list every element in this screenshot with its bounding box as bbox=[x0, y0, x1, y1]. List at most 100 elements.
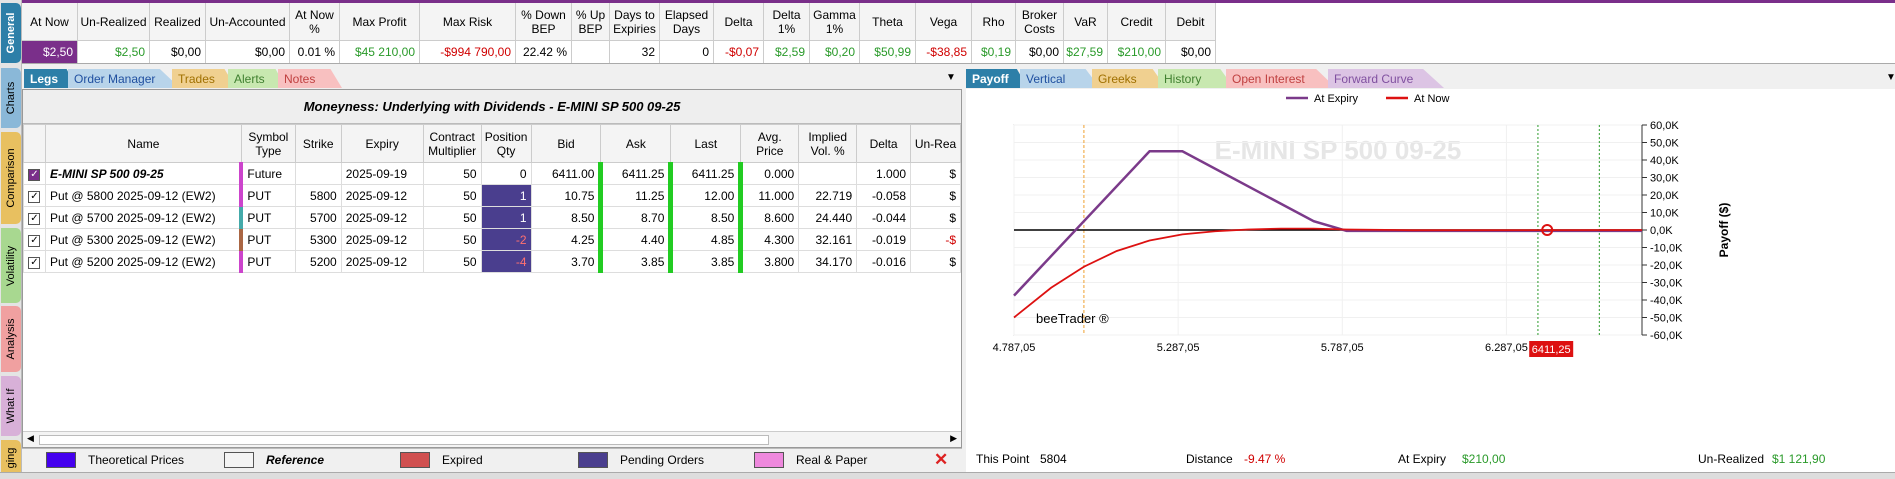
summary-col-17: Broker Costs $0,00 bbox=[1016, 3, 1064, 63]
legend-label[interactable]: At Expiry bbox=[1314, 93, 1359, 105]
legend-label[interactable]: At Now bbox=[1414, 93, 1450, 105]
cell-bid: 10.75 bbox=[530, 184, 604, 207]
summary-value: 22.42 % bbox=[522, 45, 567, 59]
cell-strike: 5800 bbox=[294, 184, 342, 207]
close-icon[interactable]: ✕ bbox=[934, 450, 948, 470]
cell-last: 12.00 bbox=[670, 184, 744, 207]
summary-header: Theta bbox=[860, 3, 915, 41]
vertical-tab-strip: General Charts Comparison Volatility Ana… bbox=[0, 0, 22, 479]
horizontal-scrollbar[interactable]: ◀ ▶ bbox=[23, 431, 961, 447]
table-row[interactable]: ✓ Put @ 5300 2025-09-12 (EW2) PUT 5300 2025-… bbox=[23, 228, 961, 251]
col-header-position-qty[interactable]: Position Qty bbox=[480, 124, 532, 163]
col-header-strike[interactable]: Strike bbox=[294, 124, 342, 163]
cell-qty[interactable]: -4 bbox=[480, 250, 532, 273]
table-row[interactable]: ✓ E-MINI SP 500 09-25 Future 2025-09-19 50 0 6… bbox=[23, 162, 961, 185]
payoff-info-bar: This Point 5804 Distance -9.47 % At Expi… bbox=[966, 448, 1895, 472]
summary-value: $0,00 bbox=[170, 45, 201, 59]
cell-qty[interactable]: 1 bbox=[480, 206, 532, 229]
table-row[interactable]: ✓ Put @ 5200 2025-09-12 (EW2) PUT 5200 2025-… bbox=[23, 250, 961, 273]
cell-avg: 0.000 bbox=[740, 162, 800, 185]
table-row[interactable]: ✓ Put @ 5700 2025-09-12 (EW2) PUT 5700 2025-… bbox=[23, 206, 961, 229]
cell-qty[interactable]: 1 bbox=[480, 184, 532, 207]
pending-swatch bbox=[578, 452, 608, 468]
col-header-name[interactable]: Name bbox=[44, 124, 242, 163]
summary-value: $27,59 bbox=[1066, 45, 1103, 59]
left-tab-bar: Legs Order Manager Trades Alerts Notes bbox=[24, 68, 342, 88]
row-checkbox[interactable]: ✓ bbox=[23, 206, 46, 229]
checkbox-icon: ✓ bbox=[28, 257, 41, 269]
tab-notes[interactable]: Notes bbox=[278, 69, 342, 88]
tab-order-manager[interactable]: Order Manager bbox=[68, 69, 180, 88]
summary-header: Days to Expiries bbox=[610, 3, 659, 41]
col-header-avg-price[interactable]: Avg. Price bbox=[740, 124, 800, 163]
summary-header: Max Profit bbox=[340, 3, 419, 41]
legs-table: Name Symbol Type Strike Expiry Contract … bbox=[23, 124, 961, 273]
right-tabs-dropdown-icon[interactable]: ▼ bbox=[1886, 72, 1895, 83]
col-header-unrealized[interactable]: Un-Rea bbox=[910, 124, 961, 163]
row-checkbox[interactable]: ✓ bbox=[23, 162, 46, 185]
summary-col-5: Max Profit $45 210,00 bbox=[340, 3, 420, 63]
scroll-right-icon[interactable]: ▶ bbox=[950, 433, 957, 444]
vtab-general[interactable]: General bbox=[1, 3, 21, 63]
summary-value: $0,00 bbox=[1028, 45, 1059, 59]
summary-value: 32 bbox=[641, 45, 655, 59]
checkbox-icon: ✓ bbox=[28, 213, 41, 225]
vtab-analysis[interactable]: Analysis bbox=[1, 306, 21, 372]
cell-last: 4.85 bbox=[670, 228, 744, 251]
cell-unreal: $ bbox=[910, 206, 961, 229]
tab-history[interactable]: History bbox=[1158, 69, 1234, 88]
scroll-left-icon[interactable]: ◀ bbox=[27, 433, 34, 444]
vtab-volatility[interactable]: Volatility bbox=[1, 228, 21, 303]
tab-open-interest[interactable]: Open Interest bbox=[1226, 69, 1336, 88]
tab-forward-curve[interactable]: Forward Curve bbox=[1328, 69, 1444, 88]
legend-expired[interactable]: Expired bbox=[400, 452, 483, 468]
col-header-last[interactable]: Last bbox=[670, 124, 742, 163]
cell-type: PUT bbox=[240, 206, 296, 229]
cell-qty[interactable]: -2 bbox=[480, 228, 532, 251]
y-tick-label: 40,0K bbox=[1650, 155, 1679, 167]
cell-qty[interactable]: 0 bbox=[480, 162, 532, 185]
summary-col-0: At Now $2,50 bbox=[22, 3, 78, 63]
legend-real-paper[interactable]: Real & Paper bbox=[754, 452, 867, 468]
col-header-expiry[interactable]: Expiry bbox=[340, 124, 424, 163]
summary-col-18: VaR $27,59 bbox=[1064, 3, 1108, 63]
tab-trades[interactable]: Trades bbox=[172, 69, 236, 88]
tab-alerts[interactable]: Alerts bbox=[228, 69, 286, 88]
vtab-comparison[interactable]: Comparison bbox=[1, 132, 21, 224]
tab-greeks[interactable]: Greeks bbox=[1092, 69, 1166, 88]
col-header-ask[interactable]: Ask bbox=[600, 124, 672, 163]
cell-delta: -0.019 bbox=[856, 228, 912, 251]
vtab-charts[interactable]: Charts bbox=[1, 68, 21, 128]
legend-reference[interactable]: Reference bbox=[224, 452, 324, 468]
summary-value: $2,50 bbox=[114, 45, 145, 59]
row-checkbox[interactable]: ✓ bbox=[23, 228, 46, 251]
row-checkbox[interactable]: ✓ bbox=[23, 184, 46, 207]
tab-vertical[interactable]: Vertical bbox=[1020, 69, 1100, 88]
col-header-symbol-type[interactable]: Symbol Type bbox=[240, 124, 296, 163]
legs-panel: Moneyness: Underlying with Dividends - E… bbox=[22, 89, 962, 448]
legend-pending[interactable]: Pending Orders bbox=[578, 452, 704, 468]
summary-header: Vega bbox=[916, 3, 971, 41]
cell-avg: 4.300 bbox=[740, 228, 800, 251]
tab-payoff[interactable]: Payoff bbox=[966, 69, 1028, 88]
summary-col-11: Delta -$0,07 bbox=[714, 3, 764, 63]
row-checkbox[interactable]: ✓ bbox=[23, 250, 46, 273]
summary-col-3: Un-Accounted $0,00 bbox=[206, 3, 290, 63]
vtab-hedging[interactable]: ging bbox=[1, 440, 21, 476]
legend-theoretical[interactable]: Theoretical Prices bbox=[46, 452, 184, 468]
cell-name: Put @ 5800 2025-09-12 (EW2) bbox=[44, 184, 244, 207]
summary-value: -$0,07 bbox=[724, 45, 759, 59]
payoff-chart[interactable]: E-MINI SP 500 09-2560,0K50,0K40,0K30,0K2… bbox=[966, 89, 1895, 448]
left-tabs-dropdown-icon[interactable]: ▼ bbox=[946, 72, 956, 83]
col-header-delta[interactable]: Delta bbox=[856, 124, 912, 163]
col-header-implied-vol[interactable]: Implied Vol. % bbox=[798, 124, 858, 163]
table-row[interactable]: ✓ Put @ 5800 2025-09-12 (EW2) PUT 5800 2025-… bbox=[23, 184, 961, 207]
cell-type: PUT bbox=[240, 184, 296, 207]
col-header-multiplier[interactable]: Contract Multiplier bbox=[422, 124, 482, 163]
col-header-bid[interactable]: Bid bbox=[530, 124, 602, 163]
vtab-comparison-label: Comparison bbox=[5, 148, 17, 208]
legend-theoretical-label: Theoretical Prices bbox=[88, 453, 185, 467]
scrollbar-thumb[interactable] bbox=[39, 435, 769, 445]
cell-strike bbox=[294, 162, 342, 185]
vtab-what-if[interactable]: What If bbox=[1, 376, 21, 436]
